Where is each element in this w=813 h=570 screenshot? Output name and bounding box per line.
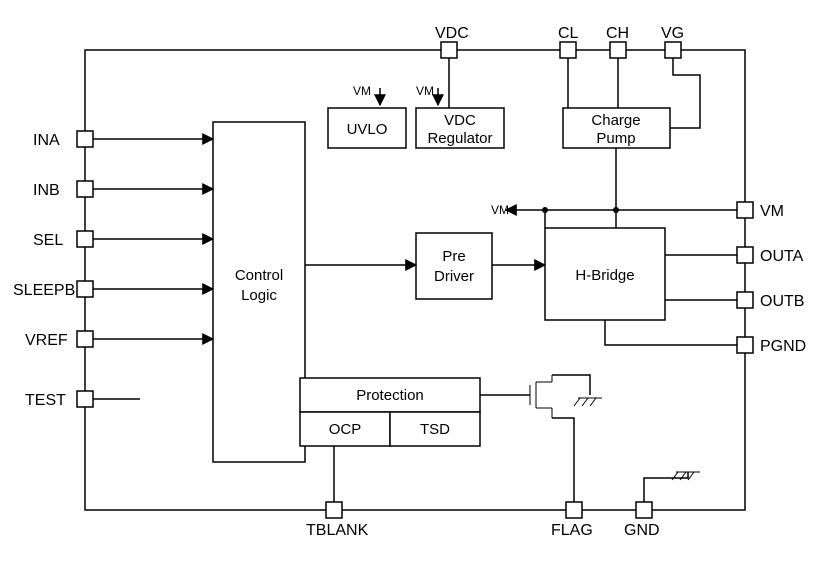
label-tblank: TBLANK xyxy=(306,522,369,539)
pin-flag xyxy=(566,502,582,518)
block-diagram: VDC CL CH VG INA INB SEL SLEEPB VREF TES… xyxy=(0,0,813,570)
label-outa: OUTA xyxy=(760,248,804,265)
text-vdc-reg-1: VDC xyxy=(444,112,476,129)
pin-outa xyxy=(737,247,753,263)
dot-vm-cp xyxy=(613,207,619,213)
pin-vm xyxy=(737,202,753,218)
text-charge-pump-1: Charge xyxy=(591,112,640,129)
block-pre-driver xyxy=(416,233,492,299)
label-vg: VG xyxy=(661,25,684,42)
pin-sleepb xyxy=(77,281,93,297)
label-vm-right: VM xyxy=(760,203,784,220)
pin-gnd xyxy=(636,502,652,518)
label-cl: CL xyxy=(558,25,579,42)
label-vref: VREF xyxy=(25,332,68,349)
pin-sel xyxy=(77,231,93,247)
label-sleepb: SLEEPB xyxy=(13,282,75,299)
text-charge-pump-2: Pump xyxy=(596,130,635,147)
label-vdc: VDC xyxy=(435,25,469,42)
text-tsd: TSD xyxy=(420,421,450,438)
text-protection: Protection xyxy=(356,387,424,404)
ann-vm-uvlo: VM xyxy=(353,84,371,98)
label-gnd: GND xyxy=(624,522,660,539)
label-sel: SEL xyxy=(33,232,63,249)
text-vdc-reg-2: Regulator xyxy=(427,130,492,147)
pin-vref xyxy=(77,331,93,347)
pin-outb xyxy=(737,292,753,308)
pin-inb xyxy=(77,181,93,197)
label-pgnd: PGND xyxy=(760,338,806,355)
pin-ina xyxy=(77,131,93,147)
label-test: TEST xyxy=(25,392,66,409)
text-control-logic-1: Control xyxy=(235,267,283,284)
text-uvlo: UVLO xyxy=(347,121,388,138)
text-pre-driver-1: Pre xyxy=(442,248,465,265)
pin-tblank xyxy=(326,502,342,518)
label-ina: INA xyxy=(33,132,60,149)
ann-vm-vdc: VM xyxy=(416,84,434,98)
pin-vg xyxy=(665,42,681,58)
text-ocp: OCP xyxy=(329,421,362,438)
text-pre-driver-2: Driver xyxy=(434,268,474,285)
pin-test xyxy=(77,391,93,407)
pin-cl xyxy=(560,42,576,58)
label-inb: INB xyxy=(33,182,60,199)
pin-ch xyxy=(610,42,626,58)
label-ch: CH xyxy=(606,25,629,42)
pin-vdc xyxy=(441,42,457,58)
label-flag: FLAG xyxy=(551,522,593,539)
text-control-logic-2: Logic xyxy=(241,287,277,304)
label-outb: OUTB xyxy=(760,293,804,310)
text-h-bridge: H-Bridge xyxy=(575,267,634,284)
pin-pgnd xyxy=(737,337,753,353)
